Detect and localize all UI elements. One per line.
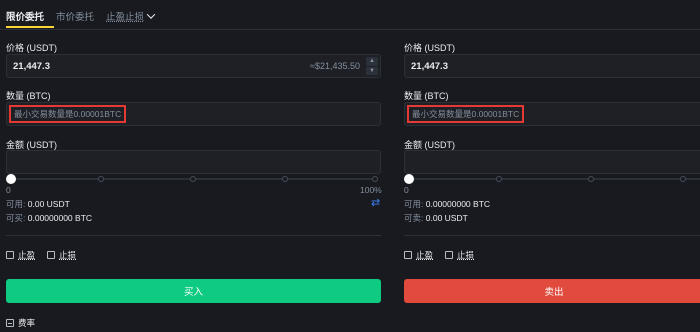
price-stepper: ▲ ▼ <box>366 57 378 75</box>
buy-slider-min: 0 <box>6 185 11 195</box>
sell-percent-slider[interactable] <box>404 174 700 184</box>
sell-price-label: 价格 (USDT) <box>404 43 455 53</box>
sell-amount-placeholder: 最小交易数量是0.00001BTC <box>407 105 525 123</box>
buy-take-profit-checkbox[interactable]: 止盈 <box>6 249 35 261</box>
sell-can-sell-value: 0.00 USDT <box>425 213 468 223</box>
slider-step-100[interactable] <box>372 176 378 182</box>
buy-can-buy-value: 0.00000000 BTC <box>27 213 93 223</box>
fee-rate-link[interactable]: 费率 <box>6 317 35 329</box>
stop-loss-label: 止损 <box>59 250 77 260</box>
slider-handle[interactable] <box>6 174 16 184</box>
checkbox-icon <box>47 251 55 259</box>
sell-can-sell-label: 可卖: <box>404 213 424 223</box>
slider-step-75[interactable] <box>680 176 686 182</box>
chevron-down-icon <box>146 10 156 19</box>
buy-slider-max: 100% <box>360 185 382 195</box>
fee-icon <box>6 319 14 327</box>
increment-icon[interactable]: ▲ <box>366 57 378 66</box>
tab-limit-order[interactable]: 限价委托 <box>6 9 44 23</box>
sell-button[interactable]: 卖出 <box>404 279 700 303</box>
swap-arrows-icon[interactable]: ⇄ <box>371 196 380 209</box>
tab-stop-order-label: 止盈止损 <box>106 12 145 23</box>
buy-total-input[interactable] <box>6 150 381 174</box>
buy-button[interactable]: 买入 <box>6 279 381 303</box>
tab-stop-order[interactable]: 止盈止损 <box>106 9 156 23</box>
sell-take-profit-checkbox[interactable]: 止盈 <box>404 249 433 261</box>
buy-can-buy-label: 可买: <box>6 213 26 223</box>
order-type-tabs: 限价委托 市价委托 止盈止损 <box>6 6 156 26</box>
tab-market-order[interactable]: 市价委托 <box>56 9 94 23</box>
slider-track <box>406 178 700 180</box>
buy-percent-slider[interactable] <box>6 174 378 184</box>
buy-available-label: 可用: <box>6 199 26 209</box>
checkbox-icon <box>404 251 412 259</box>
tabs-divider <box>0 29 700 30</box>
sell-can-sell: 可卖: 0.00 USDT <box>404 212 468 224</box>
sell-price-input[interactable]: 21,447.3 <box>404 54 700 78</box>
fee-rate-label: 费率 <box>18 318 36 328</box>
buy-price-input[interactable]: 21,447.3 ≈$21,435.50 ▲ ▼ <box>6 54 381 78</box>
slider-step-25[interactable] <box>98 176 104 182</box>
slider-step-50[interactable] <box>190 176 196 182</box>
buy-divider <box>6 235 381 236</box>
sell-price-value: 21,447.3 <box>411 61 448 72</box>
buy-available-value: 0.00 USDT <box>27 199 70 209</box>
buy-price-value: 21,447.3 <box>13 61 50 72</box>
slider-handle[interactable] <box>404 174 414 184</box>
sell-total-input[interactable] <box>404 150 700 174</box>
buy-amount-input[interactable]: 最小交易数量是0.00001BTC <box>6 102 381 126</box>
sell-slider-min: 0 <box>404 185 409 195</box>
sell-available-value: 0.00000000 BTC <box>425 199 491 209</box>
buy-price-approx: ≈$21,435.50 <box>310 61 360 71</box>
sell-amount-input[interactable]: 最小交易数量是0.00001BTC <box>404 102 700 126</box>
sell-amount-label: 数量 (BTC) <box>404 91 449 101</box>
sell-available: 可用: 0.00000000 BTC <box>404 198 490 210</box>
slider-step-75[interactable] <box>282 176 288 182</box>
sell-available-label: 可用: <box>404 199 424 209</box>
active-tab-indicator <box>6 26 54 28</box>
buy-amount-placeholder: 最小交易数量是0.00001BTC <box>9 105 127 123</box>
buy-can-buy: 可买: 0.00000000 BTC <box>6 212 92 224</box>
stop-loss-label: 止损 <box>457 250 475 260</box>
buy-available: 可用: 0.00 USDT <box>6 198 70 210</box>
checkbox-icon <box>445 251 453 259</box>
buy-stop-loss-checkbox[interactable]: 止损 <box>47 249 76 261</box>
buy-price-label: 价格 (USDT) <box>6 43 57 53</box>
sell-stop-loss-checkbox[interactable]: 止损 <box>445 249 474 261</box>
decrement-icon[interactable]: ▼ <box>366 66 378 75</box>
take-profit-label: 止盈 <box>18 250 36 260</box>
buy-amount-label: 数量 (BTC) <box>6 91 51 101</box>
checkbox-icon <box>6 251 14 259</box>
sell-divider <box>404 235 700 236</box>
take-profit-label: 止盈 <box>416 250 434 260</box>
slider-step-25[interactable] <box>496 176 502 182</box>
slider-step-50[interactable] <box>588 176 594 182</box>
